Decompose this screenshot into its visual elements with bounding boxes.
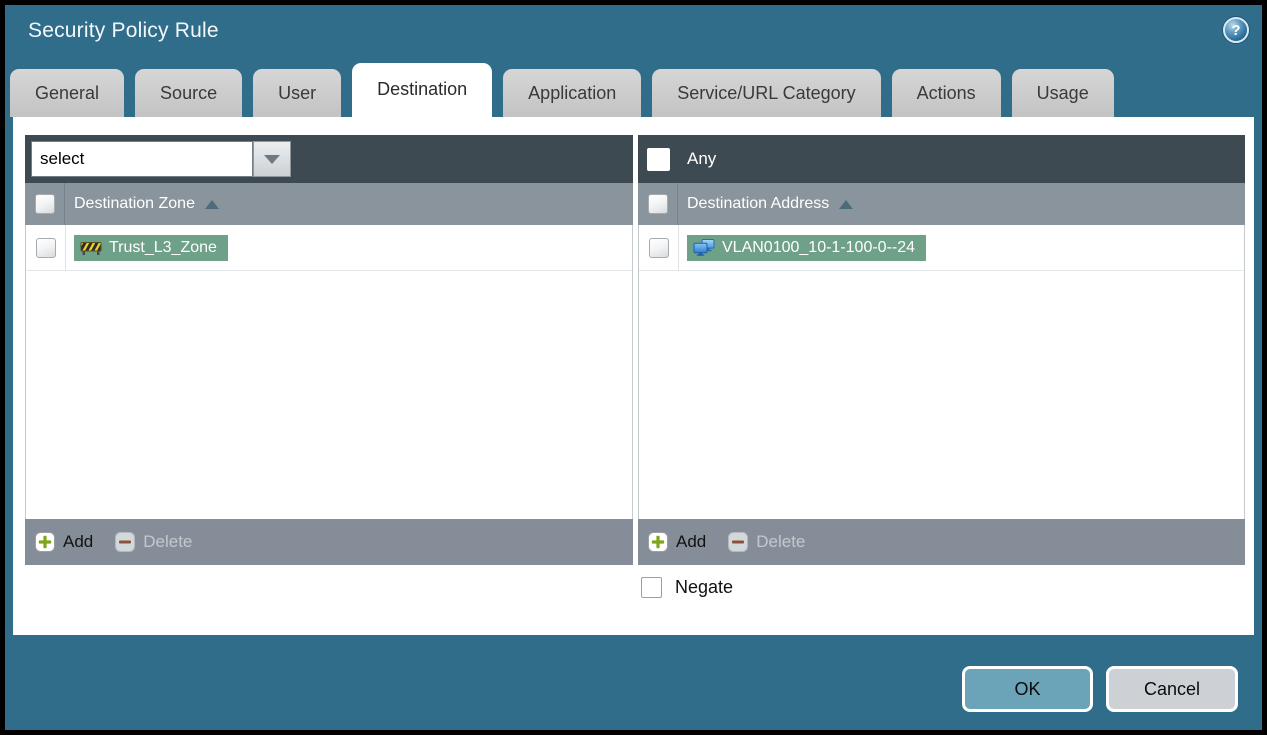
zone-select-all-cell xyxy=(25,183,65,225)
sort-asc-icon[interactable] xyxy=(204,199,219,209)
tab-destination[interactable]: Destination xyxy=(352,63,493,117)
tab-actions[interactable]: Actions xyxy=(891,69,1001,117)
zone-panel-toolbar xyxy=(25,135,633,183)
any-checkbox[interactable] xyxy=(647,147,670,171)
help-icon[interactable]: ? xyxy=(1223,17,1249,43)
zone-entry[interactable]: Trust_L3_Zone xyxy=(74,234,228,261)
tab-source[interactable]: Source xyxy=(135,69,243,117)
tab-strip: General Source User Destination Applicat… xyxy=(10,63,1114,117)
destination-address-panel: Any Destination Address VLAN0100_10-1-10… xyxy=(638,135,1245,565)
address-add-button[interactable]: Add xyxy=(648,532,706,552)
any-checkbox-group: Any xyxy=(647,135,716,183)
zone-add-button[interactable]: Add xyxy=(35,532,93,552)
destination-tab-content: Destination Zone xyxy=(13,117,1254,635)
address-delete-label: Delete xyxy=(756,532,806,551)
ok-button[interactable]: OK xyxy=(962,666,1093,712)
address-delete-button[interactable]: Delete xyxy=(728,532,805,552)
zone-list: Trust_L3_Zone xyxy=(25,224,633,519)
security-policy-rule-dialog: Security Policy Rule ? General Source Us… xyxy=(0,0,1267,735)
table-row[interactable]: Trust_L3_Zone xyxy=(26,224,632,271)
dialog-title: Security Policy Rule xyxy=(28,19,219,42)
zone-row-checkbox-cell xyxy=(26,224,66,271)
zone-select-dropdown-button[interactable] xyxy=(253,141,291,177)
tab-application[interactable]: Application xyxy=(503,69,642,117)
sort-asc-icon[interactable] xyxy=(839,199,854,209)
address-select-all-checkbox[interactable] xyxy=(647,194,668,214)
tab-user[interactable]: User xyxy=(253,69,342,117)
zone-select-all-checkbox[interactable] xyxy=(34,194,55,214)
destination-zone-panel: Destination Zone xyxy=(25,135,633,565)
zone-panel-footer: Add Delete xyxy=(25,519,633,565)
help-icon-glyph: ? xyxy=(1231,21,1241,39)
zone-entry-label: Trust_L3_Zone xyxy=(109,238,217,256)
zone-select-combobox xyxy=(31,141,291,177)
any-checkbox-label: Any xyxy=(687,149,717,168)
tab-service-url-category[interactable]: Service/URL Category xyxy=(652,69,881,117)
address-list: VLAN0100_10-1-100-0--24 xyxy=(638,224,1245,519)
address-column-header-label[interactable]: Destination Address xyxy=(687,195,829,213)
address-select-all-cell xyxy=(638,183,678,225)
address-column-header: Destination Address xyxy=(638,183,1245,225)
tab-usage[interactable]: Usage xyxy=(1011,69,1114,117)
zone-row-checkbox[interactable] xyxy=(35,237,56,258)
minus-icon xyxy=(115,532,136,552)
plus-icon xyxy=(35,532,55,552)
tab-general[interactable]: General xyxy=(10,69,125,117)
address-entry[interactable]: VLAN0100_10-1-100-0--24 xyxy=(687,234,927,261)
network-address-icon xyxy=(693,239,715,256)
table-row[interactable]: VLAN0100_10-1-100-0--24 xyxy=(639,224,1244,271)
plus-icon xyxy=(648,532,668,552)
negate-checkbox-group: Negate xyxy=(641,577,733,598)
zone-delete-button[interactable]: Delete xyxy=(115,532,192,552)
negate-checkbox-label: Negate xyxy=(675,577,734,597)
zone-column-header: Destination Zone xyxy=(25,183,633,225)
zone-select-input[interactable] xyxy=(31,141,253,177)
zone-column-header-label[interactable]: Destination Zone xyxy=(74,195,195,213)
negate-checkbox[interactable] xyxy=(641,577,662,598)
minus-icon xyxy=(728,532,749,552)
chevron-down-icon xyxy=(264,154,280,164)
zone-barrier-icon xyxy=(80,240,102,256)
address-panel-footer: Add Delete xyxy=(638,519,1245,565)
cancel-button[interactable]: Cancel xyxy=(1106,666,1238,712)
address-add-label: Add xyxy=(676,532,707,551)
address-entry-label: VLAN0100_10-1-100-0--24 xyxy=(722,238,916,256)
zone-delete-label: Delete xyxy=(143,532,193,551)
address-row-checkbox[interactable] xyxy=(648,237,669,258)
zone-add-label: Add xyxy=(63,532,94,551)
address-panel-toolbar: Any xyxy=(638,135,1245,183)
address-row-checkbox-cell xyxy=(639,224,679,271)
